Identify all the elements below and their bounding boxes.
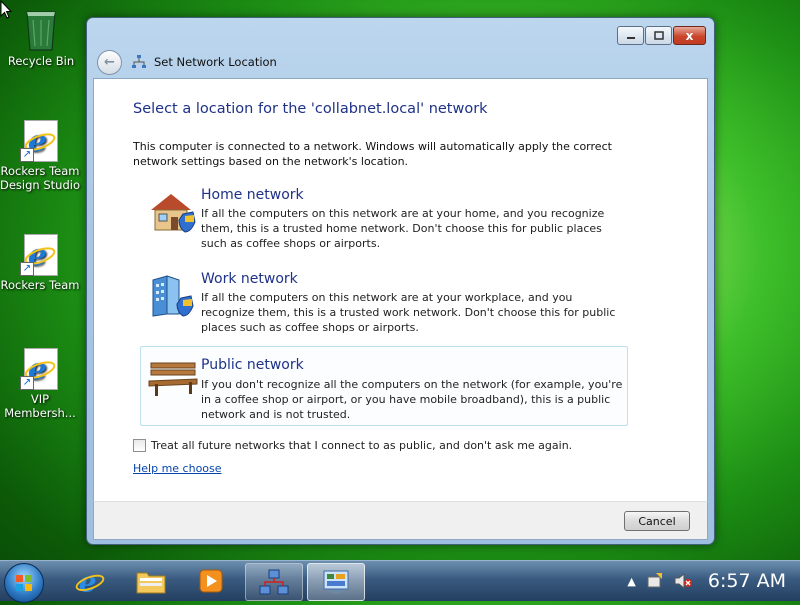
windows-logo-icon	[16, 575, 32, 591]
desktop-icon-label: Recycle Bin	[7, 54, 75, 68]
public-network-description: If you don't recognize all the computers…	[201, 378, 623, 421]
desktop-icon-label: Rockers Team Design Studio	[0, 164, 80, 192]
navigation-bar: ← Set Network Location	[97, 49, 277, 75]
page-description: This computer is connected to a network.…	[133, 140, 612, 168]
back-button[interactable]: ←	[97, 49, 122, 75]
window-controls: x	[616, 26, 706, 45]
recycle-bin-icon	[23, 6, 59, 52]
media-player-icon	[199, 569, 223, 593]
work-network-title: Work network	[201, 271, 298, 287]
house-icon	[151, 194, 196, 233]
clock[interactable]: 6:57 AM	[708, 570, 786, 592]
work-network-description: If all the computers on this network are…	[201, 291, 616, 334]
desktop-icon-label: VIP Membersh...	[4, 392, 76, 420]
work-network-option[interactable]: Work network If all the computers on thi…	[140, 267, 628, 339]
maximize-icon	[653, 31, 664, 40]
close-button[interactable]: x	[673, 26, 706, 45]
dialog-footer: Cancel	[93, 501, 708, 540]
desktop-icon-rockers-team-design-studio[interactable]: e ↗ Rockers Team Design Studio	[0, 118, 81, 192]
set-network-location-window: x ← Set Network Location Select a locati…	[86, 17, 715, 545]
taskbar: e ▲ 6:57 AM	[0, 560, 800, 603]
treat-public-checkbox-label: Treat all future networks that I connect…	[151, 439, 573, 452]
home-network-title: Home network	[201, 187, 304, 203]
volume-muted-icon[interactable]	[674, 573, 692, 589]
network-icon	[259, 569, 289, 595]
internet-explorer-icon: e	[75, 566, 105, 596]
internet-explorer-shortcut-icon: e ↗	[18, 232, 62, 276]
internet-explorer-shortcut-icon: e ↗	[18, 118, 62, 162]
breadcrumb: Set Network Location	[154, 55, 277, 69]
taskbar-media-player[interactable]	[183, 563, 239, 599]
cancel-button[interactable]: Cancel	[624, 511, 690, 531]
home-network-option[interactable]: Home network If all the computers on thi…	[140, 183, 628, 255]
office-building-icon	[152, 275, 194, 317]
internet-explorer-shortcut-icon: e ↗	[18, 346, 62, 390]
taskbar-windows-explorer[interactable]	[123, 563, 179, 599]
maximize-button[interactable]	[645, 26, 672, 45]
desktop-icon-recycle-bin[interactable]: Recycle Bin	[0, 6, 82, 68]
control-panel-icon	[323, 570, 349, 593]
system-tray: ▲ 6:57 AM	[627, 561, 800, 601]
park-bench-icon	[148, 362, 198, 396]
treat-public-checkbox[interactable]	[133, 439, 146, 452]
desktop-icon-label: Rockers Team	[0, 278, 80, 292]
network-icon	[132, 55, 146, 68]
windows-explorer-icon	[136, 572, 166, 594]
close-icon: x	[685, 28, 694, 43]
start-button[interactable]	[4, 563, 44, 603]
home-network-description: If all the computers on this network are…	[201, 207, 605, 250]
page-title: Select a location for the 'collabnet.loc…	[133, 101, 488, 117]
taskbar-control-panel[interactable]	[307, 563, 365, 601]
help-me-choose-link[interactable]: Help me choose	[133, 462, 222, 475]
desktop-icon-rockers-team[interactable]: e ↗ Rockers Team	[0, 232, 81, 292]
back-arrow-icon: ←	[104, 54, 115, 70]
show-hidden-icons-button[interactable]: ▲	[627, 575, 635, 588]
treat-public-checkbox-row[interactable]: Treat all future networks that I connect…	[133, 439, 572, 452]
taskbar-network-connection[interactable]	[245, 563, 303, 601]
public-network-option[interactable]: Public network If you don't recognize al…	[140, 346, 628, 426]
public-network-title: Public network	[201, 357, 304, 373]
dialog-content: Select a location for the 'collabnet.loc…	[93, 78, 708, 502]
action-center-icon[interactable]	[646, 573, 664, 589]
minimize-button[interactable]	[617, 26, 644, 45]
desktop-icon-vip-membership[interactable]: e ↗ VIP Membersh...	[0, 346, 81, 420]
minimize-icon	[626, 36, 635, 39]
taskbar-internet-explorer[interactable]: e	[62, 563, 118, 599]
